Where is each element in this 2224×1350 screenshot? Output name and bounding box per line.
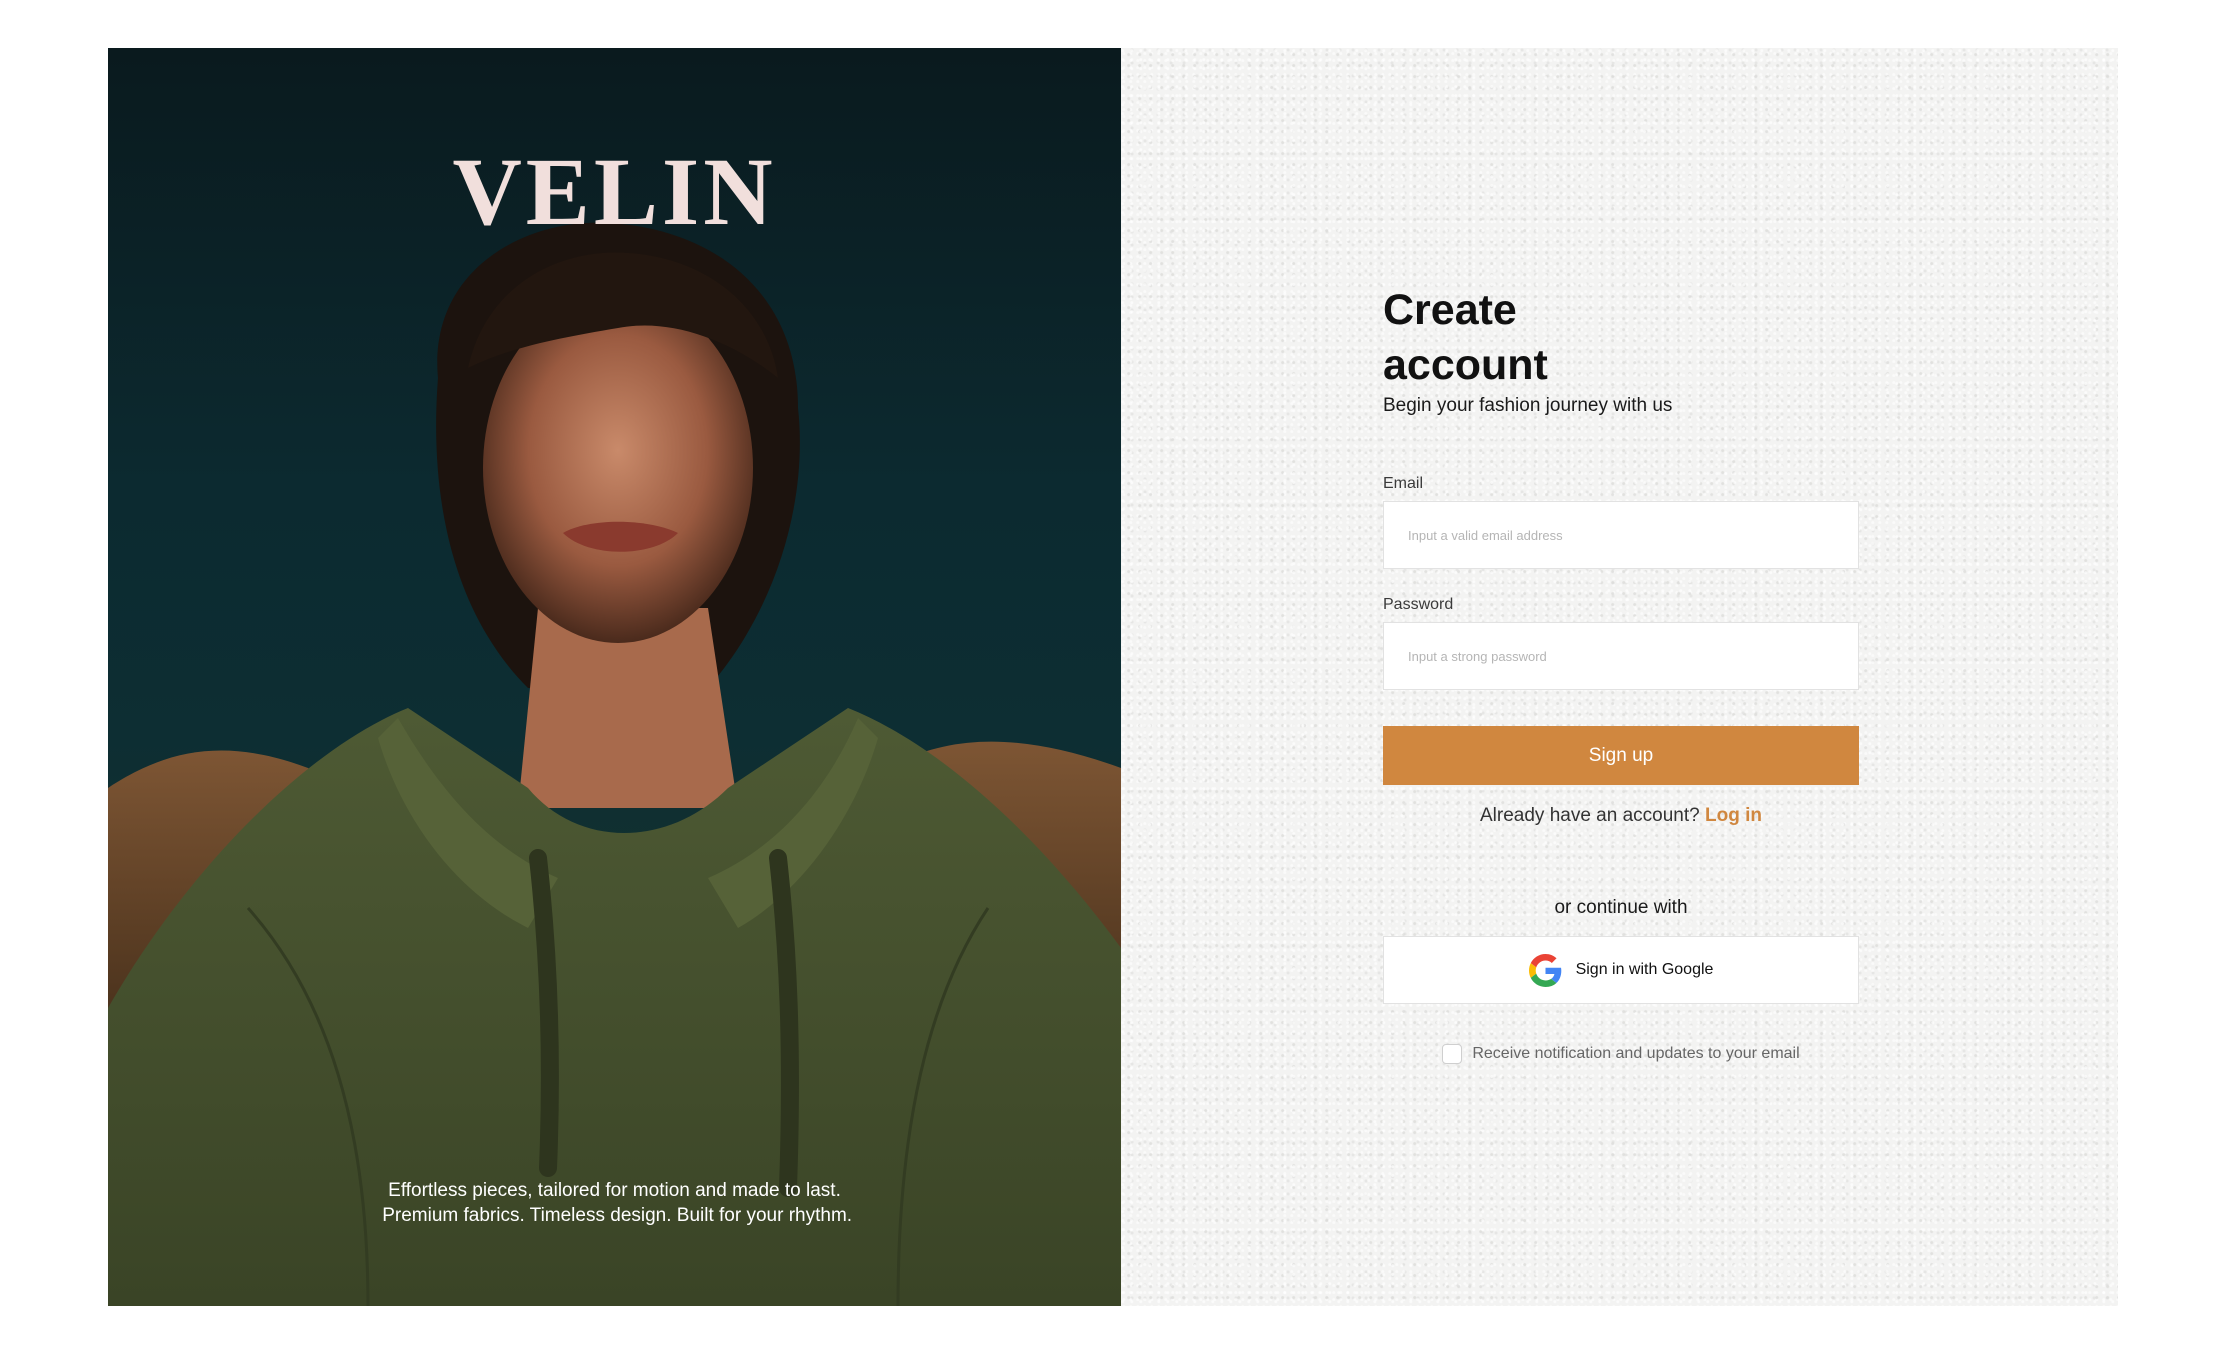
brand-logo: VELIN bbox=[452, 138, 777, 245]
signup-form: Create account Begin your fashion journe… bbox=[1383, 283, 1859, 1064]
tagline-line-2: Premium fabrics. Timeless design. Built … bbox=[376, 1205, 853, 1226]
notify-checkbox[interactable] bbox=[1442, 1044, 1463, 1064]
page-subtitle: Begin your fashion journey with us bbox=[1383, 395, 1673, 416]
password-label: Password bbox=[1383, 596, 1454, 613]
notify-label: Receive notification and updates to your… bbox=[1472, 1045, 1800, 1062]
sign-up-button[interactable]: Sign up bbox=[1383, 726, 1859, 785]
signup-panel: Create account Begin your fashion journe… bbox=[1121, 48, 2118, 1306]
log-in-link[interactable]: Log in bbox=[1705, 805, 1762, 826]
google-sign-in-button[interactable]: Sign in with Google bbox=[1383, 936, 1859, 1004]
page-title: Create account bbox=[1383, 286, 1548, 389]
email-label: Email bbox=[1383, 475, 1424, 492]
google-button-label: Sign in with Google bbox=[1575, 961, 1714, 978]
email-field[interactable] bbox=[1383, 501, 1859, 569]
signup-page: VELIN Effortless pieces, tailored for mo… bbox=[108, 48, 2118, 1306]
login-prompt-row: Already have an account? Log in bbox=[1383, 805, 1859, 827]
or-continue-label: or continue with bbox=[1554, 897, 1688, 918]
tagline-line-1: Effortless pieces, tailored for motion a… bbox=[388, 1180, 841, 1201]
password-field[interactable] bbox=[1383, 622, 1859, 690]
hero-panel: VELIN Effortless pieces, tailored for mo… bbox=[108, 48, 1121, 1306]
notify-option-row: Receive notification and updates to your… bbox=[1383, 1044, 1859, 1064]
hero-tagline: Effortless pieces, tailored for motion a… bbox=[108, 1178, 1121, 1228]
login-prompt-text: Already have an account? bbox=[1480, 805, 1700, 826]
google-g-icon bbox=[1528, 953, 1561, 987]
